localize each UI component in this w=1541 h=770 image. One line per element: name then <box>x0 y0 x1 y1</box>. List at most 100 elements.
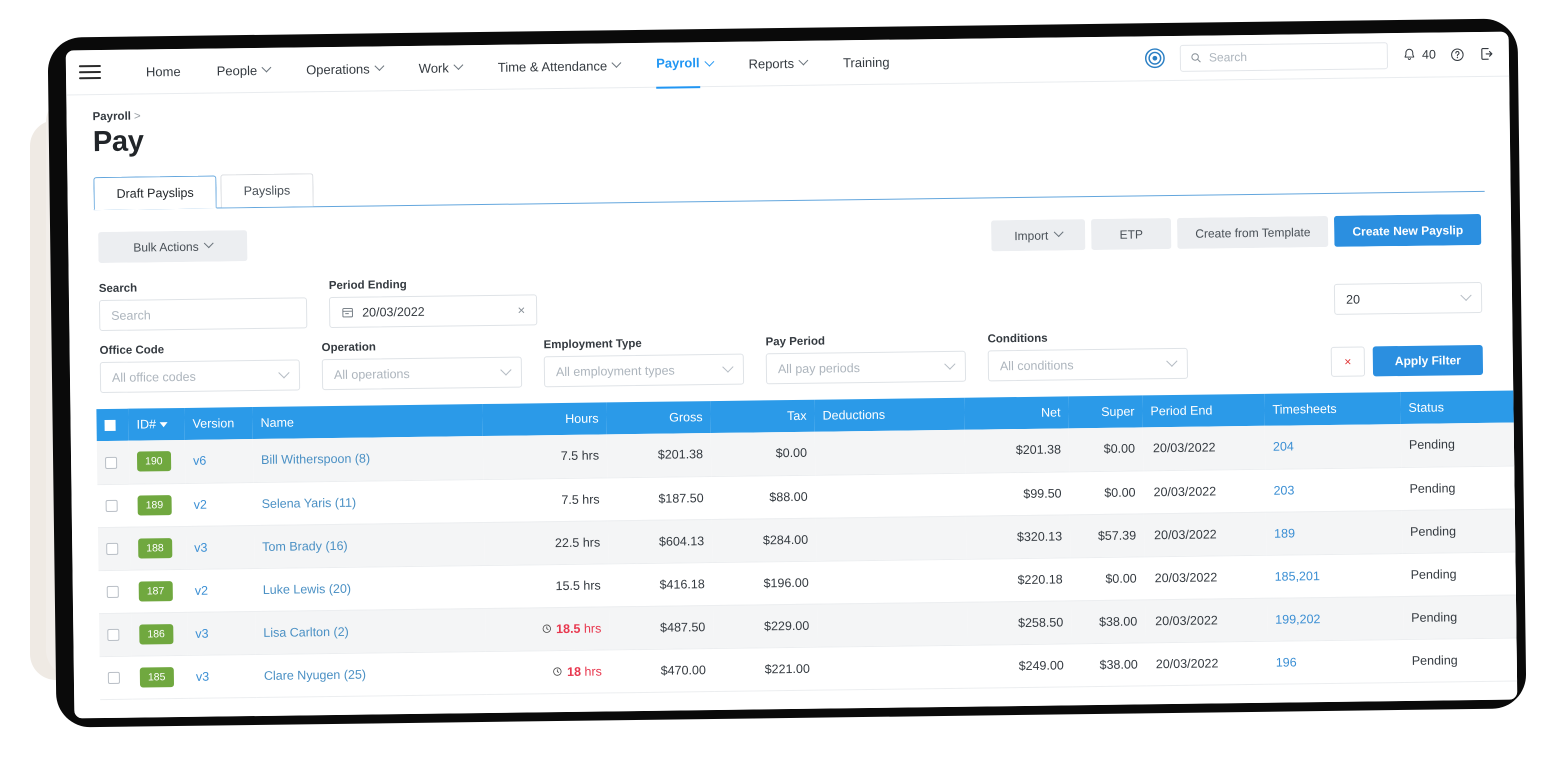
version-link[interactable]: v3 <box>194 540 207 554</box>
th-timesheets[interactable]: Timesheets <box>1264 392 1401 426</box>
timesheet-link[interactable]: 204 <box>1273 440 1294 454</box>
filter-office-code-select[interactable]: All office codes <box>99 359 301 394</box>
row-checkbox[interactable] <box>107 672 120 685</box>
clear-period-icon[interactable]: × <box>517 302 525 317</box>
id-badge[interactable]: 185 <box>139 666 174 688</box>
nav-item-label: Work <box>418 59 449 76</box>
timesheet-link[interactable]: 196 <box>1276 655 1297 669</box>
notifications-button[interactable]: 40 <box>1402 47 1436 63</box>
version-link[interactable]: v3 <box>196 669 209 683</box>
filter-operation-label: Operation <box>321 341 376 355</box>
employee-name-link[interactable]: Clare Nyugen (25) <box>264 667 366 682</box>
filter-search-input[interactable]: Search <box>98 297 308 332</box>
bulk-actions-button[interactable]: Bulk Actions <box>98 230 248 264</box>
target-icon[interactable] <box>1144 47 1166 69</box>
id-badge[interactable]: 187 <box>138 580 173 602</box>
employee-name-link[interactable]: Bill Witherspoon (8) <box>261 452 370 467</box>
status-badge: Pending <box>1408 437 1455 453</box>
cell-row-checkbox <box>98 569 132 614</box>
version-link[interactable]: v6 <box>193 454 206 468</box>
create-new-payslip-button[interactable]: Create New Payslip <box>1334 213 1482 247</box>
cell-period-end: 20/03/2022 <box>1145 640 1269 686</box>
row-checkbox[interactable] <box>107 629 120 642</box>
filter-period-ending-input[interactable]: 20/03/2022 × <box>328 294 538 329</box>
th-super[interactable]: Super <box>1068 395 1143 429</box>
th-status[interactable]: Status <box>1400 390 1518 425</box>
nav-item-payroll[interactable]: Payroll <box>638 40 731 89</box>
tab-payslips[interactable]: Payslips <box>220 173 314 208</box>
th-version[interactable]: Version <box>184 407 253 440</box>
import-button[interactable]: Import <box>991 219 1086 252</box>
nav-item-reports[interactable]: Reports <box>730 40 825 86</box>
employee-name-link[interactable]: Lisa Carlton (2) <box>263 624 349 639</box>
filter-conditions-select[interactable]: All conditions <box>987 347 1189 382</box>
row-checkbox[interactable] <box>106 543 119 556</box>
th-gross[interactable]: Gross <box>606 401 711 435</box>
nav-item-home[interactable]: Home <box>128 48 199 94</box>
filter-operation-value: All operations <box>333 366 410 382</box>
search-icon <box>1191 53 1201 63</box>
row-checkbox[interactable] <box>105 500 118 513</box>
logout-button[interactable] <box>1479 46 1495 62</box>
cell-name: Tom Brady (16) <box>253 522 485 569</box>
search-input[interactable]: Search <box>1179 41 1389 72</box>
tab-draft-payslips[interactable]: Draft Payslips <box>93 175 217 211</box>
help-button[interactable] <box>1450 47 1465 62</box>
etp-button[interactable]: ETP <box>1091 218 1172 251</box>
employee-name-link[interactable]: Tom Brady (16) <box>262 538 348 553</box>
cell-deductions <box>815 515 967 561</box>
filter-pay-period-select[interactable]: All pay periods <box>765 350 967 385</box>
cell-row-checkbox <box>99 655 133 700</box>
employee-name-link[interactable]: Selena Yaris (11) <box>262 495 357 510</box>
hamburger-menu-icon[interactable] <box>76 61 104 83</box>
cell-row-checkbox <box>97 483 130 528</box>
th-hours[interactable]: Hours <box>482 402 607 437</box>
nav-item-time-and-attendance[interactable]: Time & Attendance <box>480 42 639 89</box>
row-checkbox[interactable] <box>105 456 118 469</box>
breadcrumb-root[interactable]: Payroll <box>92 111 131 124</box>
version-link[interactable]: v2 <box>195 583 208 597</box>
th-id[interactable]: ID# <box>128 407 185 441</box>
clear-filters-button[interactable]: × <box>1330 346 1366 377</box>
timesheet-link[interactable]: 199,202 <box>1275 612 1320 627</box>
nav-item-training[interactable]: Training <box>825 39 908 85</box>
timesheet-link[interactable]: 185,201 <box>1275 569 1320 584</box>
th-tax[interactable]: Tax <box>710 399 815 434</box>
sort-descending-icon <box>160 422 169 428</box>
nav-item-work[interactable]: Work <box>400 45 480 91</box>
cell-deductions <box>816 558 967 604</box>
filter-operation-select[interactable]: All operations <box>321 356 523 391</box>
th-name[interactable]: Name <box>252 404 483 440</box>
cell-name: Bill Witherspoon (8) <box>252 436 484 483</box>
cell-version: v3 <box>185 525 255 569</box>
id-badge[interactable]: 189 <box>137 494 172 516</box>
select-all-checkbox[interactable] <box>104 420 116 432</box>
timesheet-link[interactable]: 189 <box>1274 526 1295 540</box>
page-size-select[interactable]: 20 <box>1333 281 1483 315</box>
cell-hours-value: 18 hrs <box>567 664 602 679</box>
th-period-end[interactable]: Period End <box>1142 393 1265 428</box>
status-badge: Pending <box>1410 523 1457 539</box>
employee-name-link[interactable]: Luke Lewis (20) <box>263 581 351 596</box>
id-badge[interactable]: 188 <box>138 537 172 559</box>
apply-filter-button[interactable]: Apply Filter <box>1372 344 1484 377</box>
cell-name: Selena Yaris (11) <box>253 479 484 526</box>
id-badge[interactable]: 186 <box>139 623 173 645</box>
th-deductions[interactable]: Deductions <box>814 397 965 432</box>
chevron-down-icon <box>261 62 272 72</box>
timesheet-link[interactable]: 203 <box>1273 483 1294 497</box>
version-link[interactable]: v2 <box>194 497 207 511</box>
filter-employment-type-select[interactable]: All employment types <box>543 353 745 388</box>
filter-conditions-group: Conditions All conditions <box>987 331 1189 382</box>
id-badge[interactable]: 190 <box>136 451 171 472</box>
cell-gross: $604.13 <box>607 519 713 564</box>
cell-id: 186 <box>131 611 188 656</box>
create-from-template-button[interactable]: Create from Template <box>1177 215 1329 249</box>
version-link[interactable]: v3 <box>195 626 208 640</box>
nav-item-people[interactable]: People <box>198 47 288 93</box>
row-checkbox[interactable] <box>106 586 119 599</box>
th-net[interactable]: Net <box>964 396 1069 430</box>
cell-super: $57.39 <box>1069 513 1145 558</box>
cell-net: $220.18 <box>966 557 1071 602</box>
nav-item-operations[interactable]: Operations <box>288 46 401 92</box>
